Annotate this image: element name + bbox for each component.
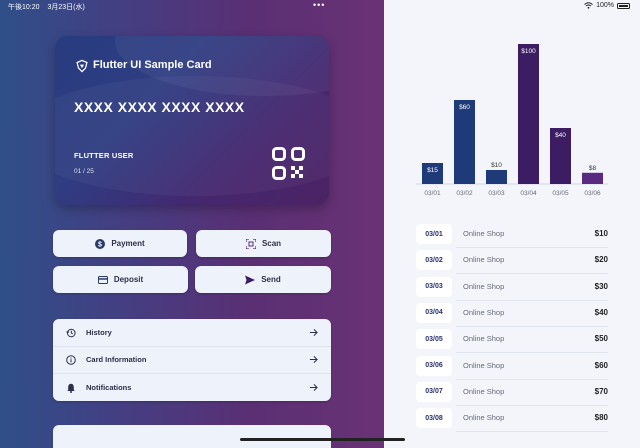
bar-value-label: $10	[491, 162, 502, 169]
bar-03/06[interactable]	[582, 172, 603, 184]
bar-03/04[interactable]	[518, 44, 539, 184]
deposit-label: Deposit	[113, 275, 144, 284]
arrow-right-icon	[309, 355, 318, 364]
multitasking-dots-icon[interactable]: •••	[313, 0, 325, 10]
transaction-amount: $40	[594, 307, 608, 317]
svg-text:$: $	[98, 241, 102, 248]
home-indicator[interactable]	[240, 438, 405, 441]
scan-label: Scan	[261, 239, 282, 248]
transaction-row[interactable]: 03/06 Online Shop $60	[416, 354, 608, 380]
arrow-right-icon	[309, 383, 318, 392]
bar-value-label: $15	[427, 167, 438, 174]
info-icon	[66, 354, 76, 365]
transaction-date: 03/03	[416, 276, 452, 297]
card-holder-name: FLUTTER USER	[74, 151, 134, 160]
status-date: 3月23日(水)	[47, 4, 85, 11]
credit-card-icon	[97, 275, 108, 284]
card-number: XXXX XXXX XXXX XXXX	[74, 99, 245, 115]
transaction-row[interactable]: 03/03 Online Shop $30	[416, 275, 608, 301]
menu-item-label: History	[86, 328, 112, 337]
x-tick-label: 03/06	[584, 190, 601, 197]
transaction-row[interactable]: 03/02 Online Shop $20	[416, 248, 608, 275]
transaction-amount: $20	[594, 255, 608, 265]
arrow-right-icon	[309, 328, 318, 337]
transaction-row[interactable]: 03/07 Online Shop $70	[416, 380, 608, 406]
transaction-amount: $50	[594, 334, 608, 344]
transaction-row[interactable]: 03/04 Online Shop $40	[416, 301, 608, 327]
credit-card[interactable]: Flutter UI Sample Card XXXX XXXX XXXX XX…	[55, 36, 329, 205]
card-expiry: 01 / 25	[74, 168, 94, 175]
left-panel: 午後10:20 3月23日(水) ••• Flutter UI Sample C…	[0, 0, 384, 448]
transaction-date: 03/02	[416, 250, 452, 271]
menu-item-label: Notifications	[86, 383, 132, 392]
transaction-shop: Online Shop	[463, 255, 505, 265]
send-button[interactable]: Send	[195, 266, 331, 293]
deposit-button[interactable]: Deposit	[53, 266, 188, 293]
transaction-shop: Online Shop	[463, 229, 505, 238]
secondary-menu[interactable]	[53, 425, 331, 448]
transaction-shop: Online Shop	[463, 307, 505, 317]
transaction-shop: Online Shop	[463, 386, 505, 396]
payment-button[interactable]: $ Payment	[53, 230, 187, 257]
x-tick-label: 03/03	[488, 190, 505, 197]
transaction-date: 03/07	[416, 381, 452, 402]
history-icon	[66, 328, 76, 337]
right-panel: 100% $15 03/01 $60 03/02 $10 03/03 $100 03/04 $4…	[384, 0, 640, 448]
transaction-amount: $70	[594, 386, 608, 396]
transaction-shop: Online Shop	[463, 360, 505, 370]
menu-item-history[interactable]: History	[53, 319, 331, 346]
x-tick-label: 03/05	[552, 190, 569, 197]
status-bar-left: 午後10:20 3月23日(水)	[8, 2, 91, 12]
dollar-icon: $	[95, 238, 106, 249]
transaction-row[interactable]: 03/08 Online Shop $80	[416, 406, 608, 433]
card-title: Flutter UI Sample Card	[93, 59, 212, 71]
send-label: Send	[261, 275, 281, 284]
flutter-logo-icon	[76, 59, 88, 73]
send-icon	[245, 275, 256, 284]
menu-item-label: Card Information	[86, 355, 147, 364]
qr-code-icon	[272, 147, 305, 180]
bar-03/02[interactable]	[454, 100, 475, 184]
menu-item-card-information[interactable]: Card Information	[53, 346, 331, 373]
bar-value-label: $40	[555, 132, 566, 139]
transaction-date: 03/08	[416, 408, 452, 429]
transaction-amount: $30	[594, 281, 608, 291]
transaction-shop: Online Shop	[463, 413, 505, 423]
divider	[456, 431, 608, 433]
transaction-row[interactable]: 03/01 Online Shop $10	[416, 222, 608, 248]
transaction-row[interactable]: 03/05 Online Shop $50	[416, 327, 608, 354]
transaction-date: 03/04	[416, 302, 452, 323]
transaction-amount: $80	[594, 413, 608, 423]
menu-item-notifications[interactable]: Notifications	[53, 374, 331, 401]
transaction-shop: Online Shop	[463, 281, 505, 291]
transaction-date: 03/05	[416, 329, 452, 350]
menu-list: History Card Information Notifications	[53, 319, 331, 401]
bar-value-label: $100	[521, 48, 536, 55]
x-tick-label: 03/02	[456, 190, 473, 197]
x-tick-label: 03/04	[520, 190, 537, 197]
x-tick-label: 03/01	[424, 190, 441, 197]
qr-scan-icon	[245, 238, 256, 249]
bar-value-label: $60	[459, 104, 470, 111]
transaction-amount: $10	[594, 229, 608, 238]
transaction-amount: $60	[594, 360, 608, 370]
scan-button[interactable]: Scan	[196, 230, 331, 257]
bar-03/03[interactable]	[486, 170, 507, 184]
bell-icon	[67, 383, 75, 393]
status-time: 午後10:20	[8, 4, 40, 11]
transaction-shop: Online Shop	[463, 334, 505, 344]
bar-value-label: $8	[589, 165, 597, 172]
payment-label: Payment	[111, 239, 145, 248]
spending-bar-chart: $15 03/01 $60 03/02 $10 03/03 $100 03/04 $40 03/0…	[416, 44, 608, 197]
transaction-date: 03/01	[416, 224, 452, 244]
transaction-date: 03/06	[416, 355, 452, 376]
